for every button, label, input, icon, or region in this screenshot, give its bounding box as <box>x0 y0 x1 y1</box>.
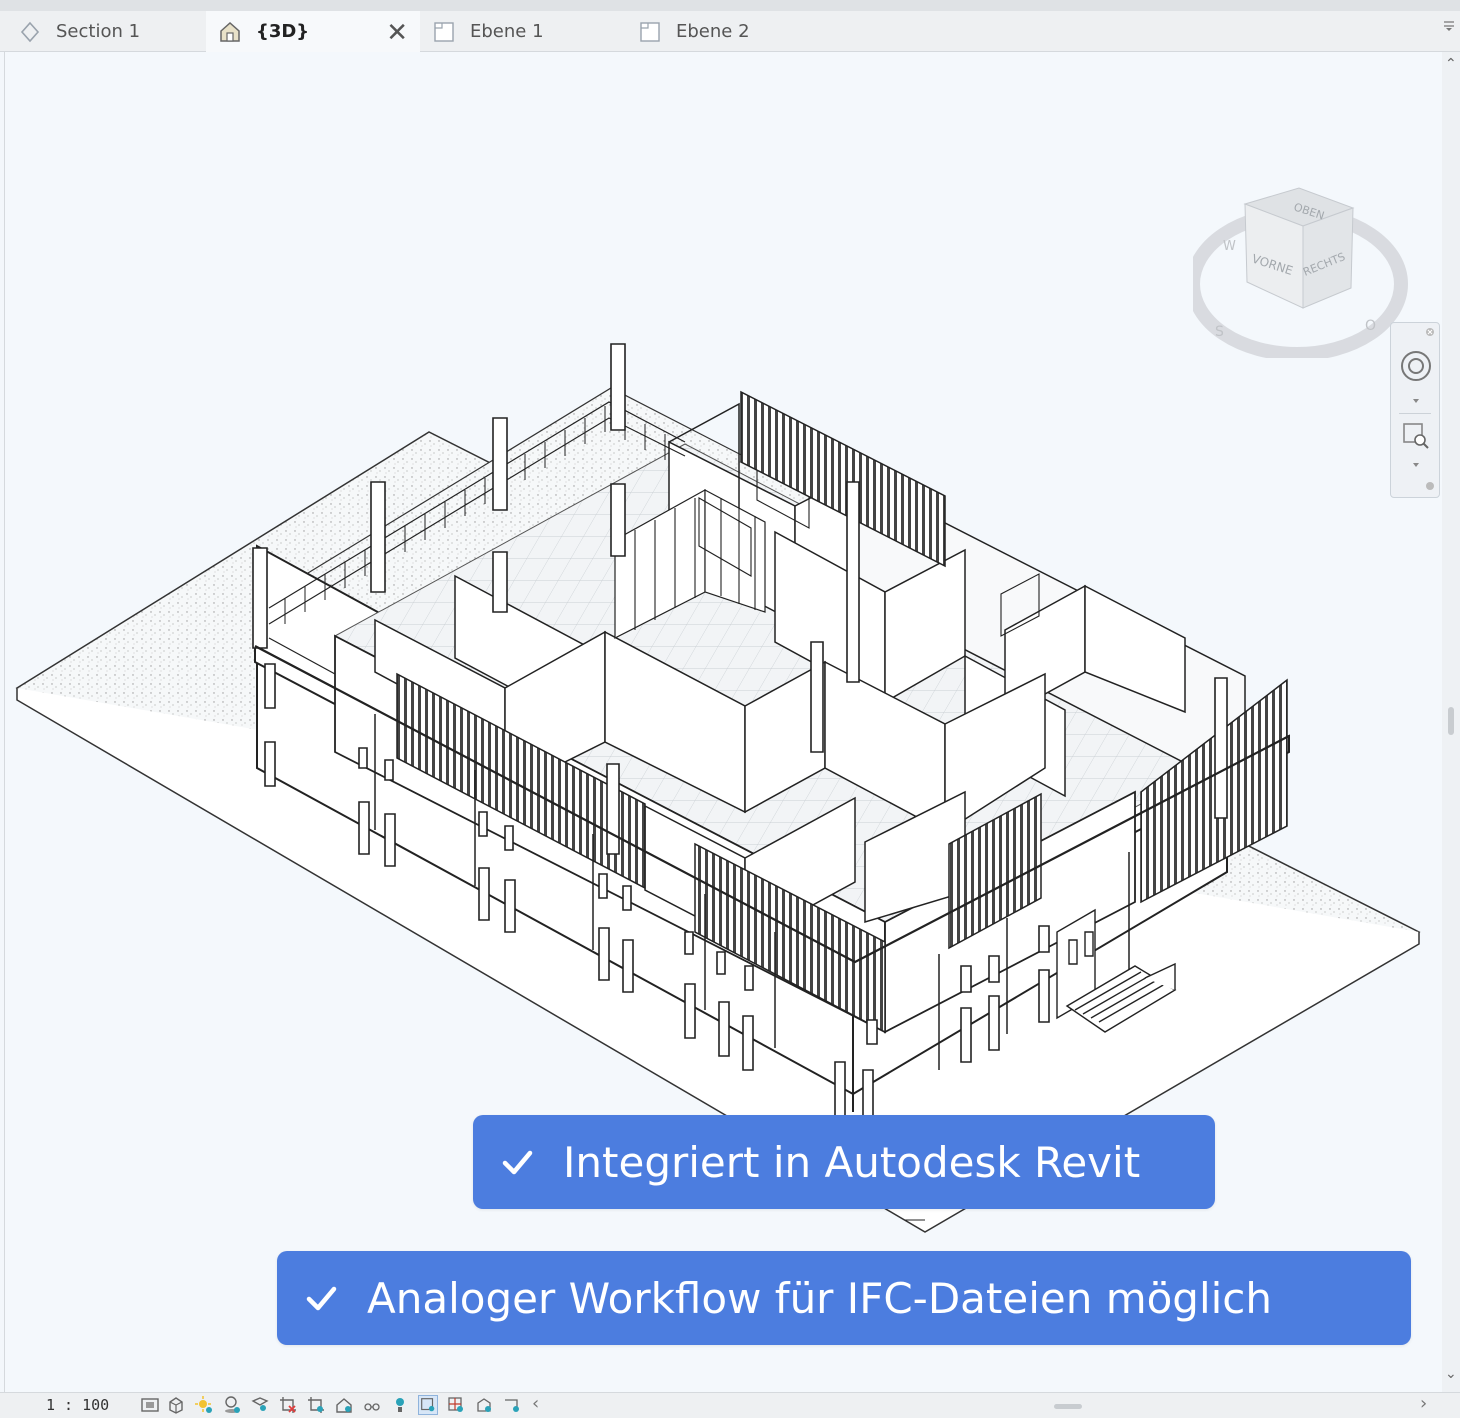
temporary-hide-icon[interactable] <box>362 1395 382 1415</box>
scrollbar-thumb[interactable] <box>1448 707 1454 735</box>
tab-list-menu-icon[interactable] <box>1442 18 1456 32</box>
tab-label: {3D} <box>256 21 310 42</box>
show-crop-icon[interactable] <box>306 1395 326 1415</box>
unlocked-3d-icon[interactable] <box>334 1395 354 1415</box>
visual-style-icon[interactable] <box>166 1395 186 1415</box>
crop-view-icon[interactable] <box>278 1395 298 1415</box>
tab-ebene-2[interactable]: Ebene 2 <box>626 11 846 52</box>
collapse-bar-icon[interactable]: ‹ <box>532 1393 539 1414</box>
sun-path-icon[interactable] <box>194 1395 214 1415</box>
close-navbar-icon[interactable] <box>1425 327 1435 337</box>
vertical-scrollbar[interactable]: ⌃ ⌄ <box>1442 52 1460 1392</box>
zoom-region-icon[interactable] <box>1401 421 1431 451</box>
view-cube[interactable]: OBEN VORNE RECHTS W S O <box>1193 180 1409 358</box>
navbar-options-icon[interactable] <box>1425 481 1435 491</box>
tab-label: Section 1 <box>56 21 141 42</box>
callout-revit-integration: Integriert in Autodesk Revit <box>473 1115 1215 1209</box>
compass-o-label: O <box>1365 318 1376 334</box>
horizontal-scrollbar-thumb[interactable] <box>1054 1404 1082 1409</box>
worksharing-icon[interactable] <box>418 1395 438 1415</box>
tab-section-1[interactable]: Section 1 <box>6 11 206 52</box>
checkmark-icon <box>306 1286 337 1311</box>
floor-plan-icon <box>434 21 454 42</box>
tab-bar-edge <box>0 0 1460 11</box>
design-options-icon[interactable] <box>446 1395 466 1415</box>
tab-ebene-1[interactable]: Ebene 1 <box>420 11 626 52</box>
view-control-bar: 1 : 100 ‹ › <box>0 1392 1460 1418</box>
steering-wheel-dropdown-icon[interactable] <box>1411 397 1421 405</box>
scroll-up-icon[interactable]: ⌃ <box>1445 56 1457 72</box>
detail-level-icon[interactable] <box>140 1395 160 1415</box>
view-tab-bar: Section 1 {3D} ✕ Ebene 1 Ebene 2 <box>0 0 1460 52</box>
steering-wheel-icon[interactable] <box>1399 349 1433 383</box>
section-icon <box>20 21 40 42</box>
callout-text: Analoger Workflow für IFC-Dateien möglic… <box>367 1273 1273 1323</box>
close-tab-icon[interactable]: ✕ <box>386 18 408 48</box>
house-3d-icon <box>220 21 240 42</box>
callout-text: Integriert in Autodesk Revit <box>563 1137 1141 1187</box>
analytical-model-icon[interactable] <box>502 1395 522 1415</box>
tab-3d-view[interactable]: {3D} ✕ <box>206 11 420 52</box>
floor-plan-icon <box>640 21 660 42</box>
render-icon[interactable] <box>250 1395 270 1415</box>
tab-label: Ebene 1 <box>470 21 544 42</box>
zoom-dropdown-icon[interactable] <box>1411 461 1421 469</box>
compass-s-label: S <box>1215 324 1224 340</box>
view-scale[interactable]: 1 : 100 <box>46 1396 109 1414</box>
scroll-right-icon[interactable]: › <box>1420 1393 1427 1414</box>
navigation-bar <box>1390 322 1440 498</box>
tab-label: Ebene 2 <box>676 21 750 42</box>
scroll-down-icon[interactable]: ⌄ <box>1445 1366 1457 1382</box>
shadows-icon[interactable] <box>222 1395 242 1415</box>
compass-w-label: W <box>1223 239 1236 254</box>
highlight-displacement-icon[interactable] <box>474 1395 494 1415</box>
checkmark-icon <box>502 1150 533 1175</box>
reveal-hidden-icon[interactable] <box>390 1395 410 1415</box>
callout-ifc-workflow: Analoger Workflow für IFC-Dateien möglic… <box>277 1251 1411 1345</box>
